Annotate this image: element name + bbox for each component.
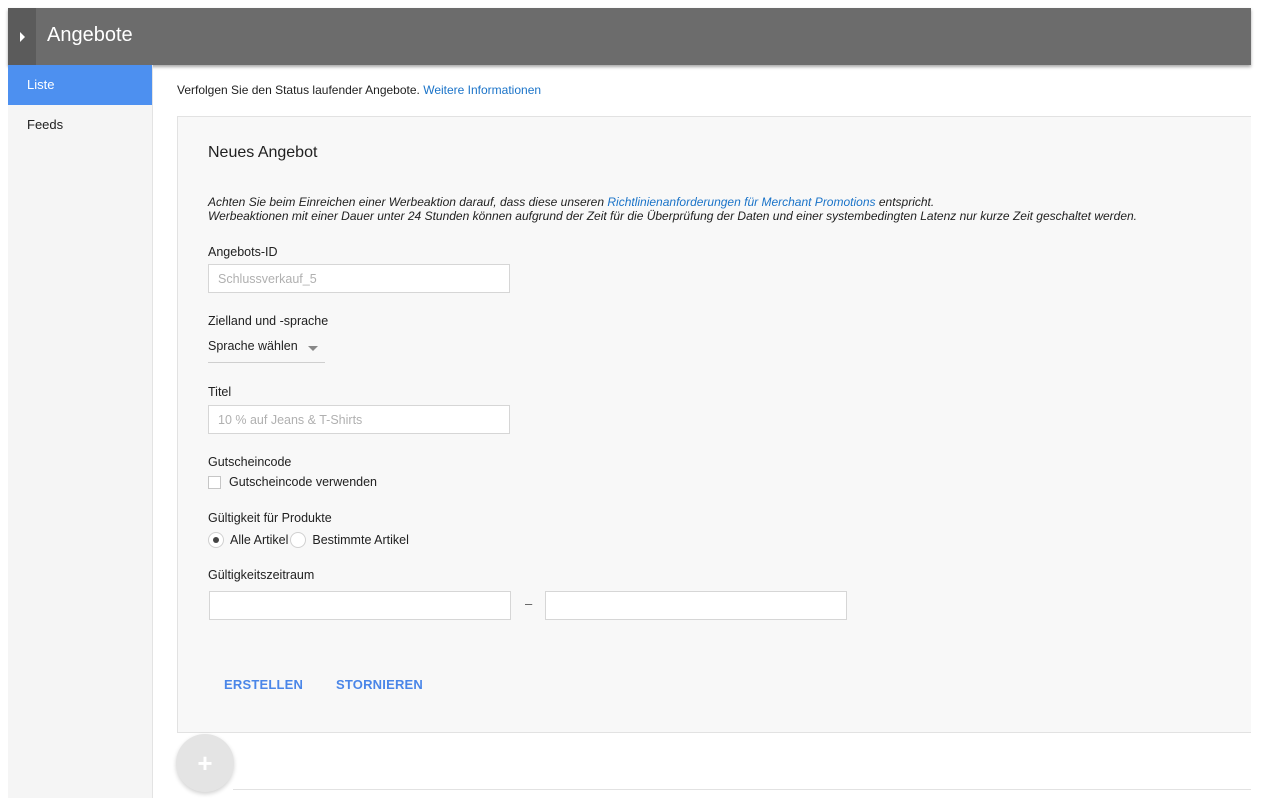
coupon-label: Gutscheincode [208,455,292,469]
date-range-separator: – [525,596,533,611]
validity-period-label: Gültigkeitszeitraum [208,568,315,582]
dropdown-arrow-icon [308,346,318,351]
page-title: Angebote [47,24,133,46]
divider [233,789,1251,790]
cancel-button[interactable]: STORNIEREN [336,677,423,692]
notice-line-2: Werbeaktionen mit einer Dauer unter 24 S… [208,209,1138,223]
add-offer-button[interactable]: + [176,734,234,792]
expand-sidebar-button[interactable] [8,8,36,65]
intro-text: Verfolgen Sie den Status laufender Angeb… [177,83,541,97]
title-label: Titel [208,385,232,399]
language-select-value: Sprache wählen [208,339,298,353]
coupon-checkbox[interactable] [208,475,221,489]
radio-specific-items-label: Bestimmte Artikel [312,533,409,547]
intro-description: Verfolgen Sie den Status laufender Angeb… [177,83,420,97]
radio-all-items-label: Alle Artikel [230,533,289,547]
offer-id-input[interactable] [208,264,510,293]
radio-all-items[interactable] [208,532,224,548]
sidebar: Liste Feeds [8,65,153,798]
policy-link[interactable]: Richtlinienanforderungen für Merchant Pr… [607,195,875,209]
title-input[interactable] [208,405,510,434]
target-country-label: Zielland und -sprache [208,314,329,328]
product-validity-options: Alle Artikel Bestimmte Artikel [208,532,409,548]
radio-specific-items[interactable] [290,532,307,548]
start-date-input[interactable] [209,591,511,620]
plus-icon: + [197,747,213,778]
coupon-option: Gutscheincode verwenden [208,475,377,489]
notice-text-end: entspricht. [875,195,935,209]
sidebar-item-feeds[interactable]: Feeds [8,105,152,145]
card-title: Neues Angebot [208,144,318,161]
offer-id-label: Angebots-ID [208,245,278,259]
create-button[interactable]: ERSTELLEN [224,677,303,692]
language-select[interactable]: Sprache wählen [208,337,325,363]
sidebar-item-liste[interactable]: Liste [8,65,152,105]
policy-notice: Achten Sie beim Einreichen einer Werbeak… [208,195,1137,223]
chevron-right-icon [19,31,25,42]
new-offer-card: Neues Angebot Achten Sie beim Einreichen… [177,116,1251,733]
more-info-link[interactable]: Weitere Informationen [423,83,541,97]
top-app-bar: Angebote [8,8,1251,65]
product-validity-label: Gültigkeit für Produkte [208,511,332,525]
end-date-input[interactable] [545,591,847,620]
coupon-checkbox-label: Gutscheincode verwenden [229,475,378,489]
notice-text-start: Achten Sie beim Einreichen einer Werbeak… [208,195,608,209]
